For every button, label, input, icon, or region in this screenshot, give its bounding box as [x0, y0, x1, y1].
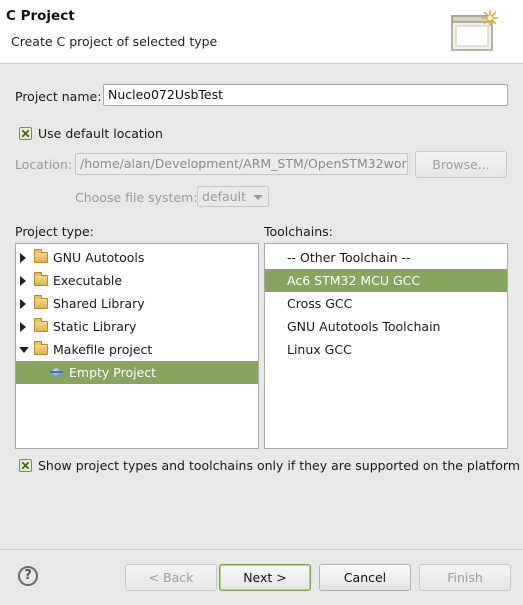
- finish-button[interactable]: Finish: [419, 564, 511, 591]
- tree-item-label: Shared Library: [53, 296, 145, 311]
- page-title: C Project: [6, 8, 75, 24]
- list-item-other-toolchain[interactable]: -- Other Toolchain --: [265, 246, 507, 269]
- tree-item-gnu-autotools[interactable]: GNU Autotools: [16, 246, 258, 269]
- tree-item-label: Executable: [53, 273, 123, 288]
- file-system-select[interactable]: default: [197, 186, 269, 207]
- toolchains-label: Toolchains:: [264, 224, 333, 239]
- file-system-value: default: [202, 189, 246, 204]
- help-icon[interactable]: ?: [18, 566, 38, 586]
- folder-icon: [34, 295, 48, 309]
- tree-item-label: Empty Project: [69, 365, 157, 380]
- folder-icon: [34, 272, 48, 286]
- collapse-arrow-icon[interactable]: [19, 347, 29, 353]
- new-project-wizard-icon: [451, 10, 498, 51]
- tree-item-empty-project[interactable]: Empty Project: [16, 361, 258, 384]
- list-item-ac6-stm32-mcu-gcc[interactable]: Ac6 STM32 MCU GCC: [265, 269, 507, 292]
- browse-button[interactable]: Browse...: [415, 151, 507, 178]
- tree-item-label: Static Library: [53, 319, 137, 334]
- supported-only-label: Show project types and toolchains only i…: [38, 458, 521, 473]
- cancel-button[interactable]: Cancel: [319, 564, 411, 591]
- tree-item-executable[interactable]: Executable: [16, 269, 258, 292]
- tree-item-shared-library[interactable]: Shared Library: [16, 292, 258, 315]
- project-type-label: Project type:: [15, 224, 94, 239]
- expand-arrow-icon[interactable]: [20, 322, 26, 332]
- project-type-icon: [50, 368, 63, 377]
- back-button[interactable]: < Back: [125, 564, 217, 591]
- tree-item-static-library[interactable]: Static Library: [16, 315, 258, 338]
- project-name-label: Project name:: [15, 89, 102, 104]
- wizard-header: C Project Create C project of selected t…: [0, 0, 523, 64]
- folder-open-icon: [34, 341, 48, 355]
- file-system-label: Choose file system:: [75, 190, 198, 205]
- expand-arrow-icon[interactable]: [20, 299, 26, 309]
- chevron-down-icon: [253, 195, 263, 200]
- project-type-tree[interactable]: GNU Autotools Executable Shared Library …: [15, 243, 259, 449]
- tree-item-label: GNU Autotools: [53, 250, 145, 265]
- list-item-label: GNU Autotools Toolchain: [287, 319, 441, 334]
- list-item-label: Ac6 STM32 MCU GCC: [287, 273, 421, 288]
- list-item-label: -- Other Toolchain --: [287, 250, 411, 265]
- use-default-location-label: Use default location: [38, 126, 163, 141]
- folder-icon: [34, 249, 48, 263]
- list-item-linux-gcc[interactable]: Linux GCC: [265, 338, 507, 361]
- list-item-gnu-autotools-toolchain[interactable]: GNU Autotools Toolchain: [265, 315, 507, 338]
- next-button[interactable]: Next >: [219, 564, 311, 591]
- project-name-input[interactable]: Nucleo072UsbTest: [103, 84, 508, 106]
- location-input[interactable]: /home/alan/Development/ARM_STM/OpenSTM32…: [75, 153, 408, 175]
- location-label: Location:: [15, 157, 73, 172]
- folder-icon: [34, 318, 48, 332]
- toolchains-list[interactable]: -- Other Toolchain -- Ac6 STM32 MCU GCC …: [264, 243, 508, 449]
- tree-item-makefile-project[interactable]: Makefile project: [16, 338, 258, 361]
- tree-item-label: Makefile project: [53, 342, 153, 357]
- expand-arrow-icon[interactable]: [20, 253, 26, 263]
- supported-only-checkbox[interactable]: [19, 459, 32, 472]
- page-description: Create C project of selected type: [11, 34, 218, 49]
- use-default-location-checkbox[interactable]: [19, 127, 32, 140]
- list-item-label: Cross GCC: [287, 296, 353, 311]
- expand-arrow-icon[interactable]: [20, 276, 26, 286]
- list-item-cross-gcc[interactable]: Cross GCC: [265, 292, 507, 315]
- list-item-label: Linux GCC: [287, 342, 352, 357]
- button-bar-divider: [0, 549, 523, 550]
